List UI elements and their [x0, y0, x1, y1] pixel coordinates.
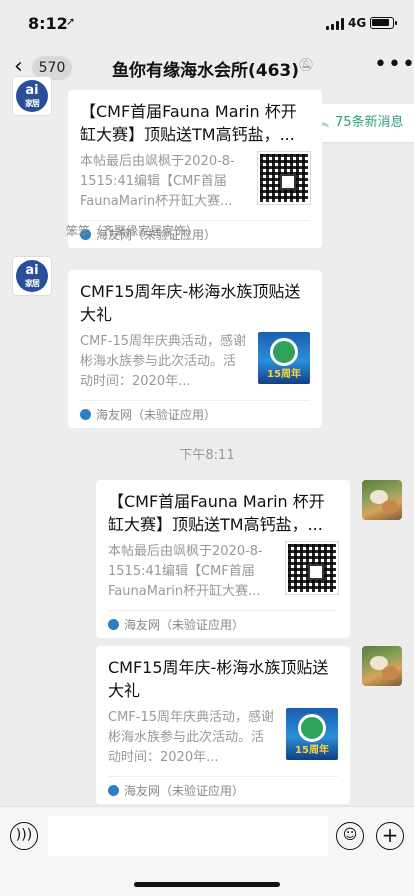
card-source-label: 海友网（未验证应用） — [124, 784, 245, 798]
voice-icon[interactable]: ))) — [10, 822, 38, 850]
status-bar: 8:12 ➚ 4G — [0, 0, 414, 46]
anniversary-thumbnail: 15周年 — [286, 708, 338, 760]
card-source-label: 海友网（未验证应用） — [124, 618, 245, 632]
card-description: CMF-15周年庆典活动，感谢彬海水族参与此次活动。活动时间：2020年... — [108, 710, 275, 765]
qr-code-thumbnail — [257, 151, 311, 205]
message-input[interactable] — [48, 816, 328, 856]
anniversary-thumbnail: 15周年 — [258, 332, 310, 384]
link-card[interactable]: 【CMF首届Fauna Marin 杯开缸大赛】顶贴送TM高钙盐，... 本帖最… — [96, 480, 350, 638]
chat-title[interactable]: 鱼你有缘海水会所(463) — [112, 56, 299, 81]
chat-header: ‹ 570 鱼你有缘海水会所(463) 🔕︎ ••• — [0, 46, 414, 88]
avatar[interactable]: ai 家居 — [12, 76, 52, 116]
qr-code-thumbnail — [285, 541, 339, 595]
location-arrow-icon: ➚ — [66, 15, 76, 28]
bell-off-icon: 🔕︎ — [298, 58, 315, 73]
link-card[interactable]: CMF15周年庆-彬海水族顶贴送大礼 CMF-15周年庆典活动，感谢彬海水族参与… — [68, 270, 322, 428]
app-icon — [80, 409, 91, 420]
card-title: 【CMF首届Fauna Marin 杯开缸大赛】顶贴送TM高钙盐，... — [80, 102, 297, 144]
avatar[interactable] — [362, 646, 402, 686]
signal-icon — [326, 18, 344, 30]
network-type: 4G — [348, 16, 367, 30]
ellipsis-icon[interactable]: ••• — [374, 52, 414, 77]
thumb-label: 15周年 — [267, 369, 301, 380]
thumb-label: 15周年 — [295, 745, 329, 756]
emoji-icon[interactable]: ☺ — [336, 822, 364, 850]
avatar[interactable] — [362, 480, 402, 520]
link-card[interactable]: CMF15周年庆-彬海水族顶贴送大礼 CMF-15周年庆典活动，感谢彬海水族参与… — [96, 646, 350, 804]
avatar[interactable]: ai 家居 — [12, 256, 52, 296]
card-title: CMF15周年庆-彬海水族顶贴送大礼 — [108, 658, 329, 700]
home-indicator — [134, 882, 280, 887]
card-description: 本帖最后由飒枫于2020-8-1515:41编辑【CMF首届FaunaMarin… — [108, 544, 263, 599]
sender-name: 笨笨（齐聚缘家居家饰） — [66, 224, 199, 238]
card-description: CMF-15周年庆典活动，感谢彬海水族参与此次活动。活动时间：2020年... — [80, 334, 247, 389]
card-source: 海友网（未验证应用） — [108, 610, 338, 638]
time-divider: 下午8:11 — [179, 448, 235, 463]
card-source: 海友网（未验证应用） — [80, 400, 310, 428]
card-description: 本帖最后由飒枫于2020-8-1515:41编辑【CMF首届FaunaMarin… — [80, 154, 235, 209]
app-icon — [108, 619, 119, 630]
app-icon — [108, 785, 119, 796]
plus-icon[interactable]: + — [376, 822, 404, 850]
card-source: 海友网（未验证应用） — [108, 776, 338, 804]
status-time: 8:12 — [28, 14, 68, 33]
new-messages-label: 75条新消息 — [335, 115, 404, 130]
card-title: CMF15周年庆-彬海水族顶贴送大礼 — [80, 282, 301, 324]
card-source-label: 海友网（未验证应用） — [96, 408, 217, 422]
card-title: 【CMF首届Fauna Marin 杯开缸大赛】顶贴送TM高钙盐，... — [108, 492, 325, 534]
battery-icon — [370, 17, 397, 29]
